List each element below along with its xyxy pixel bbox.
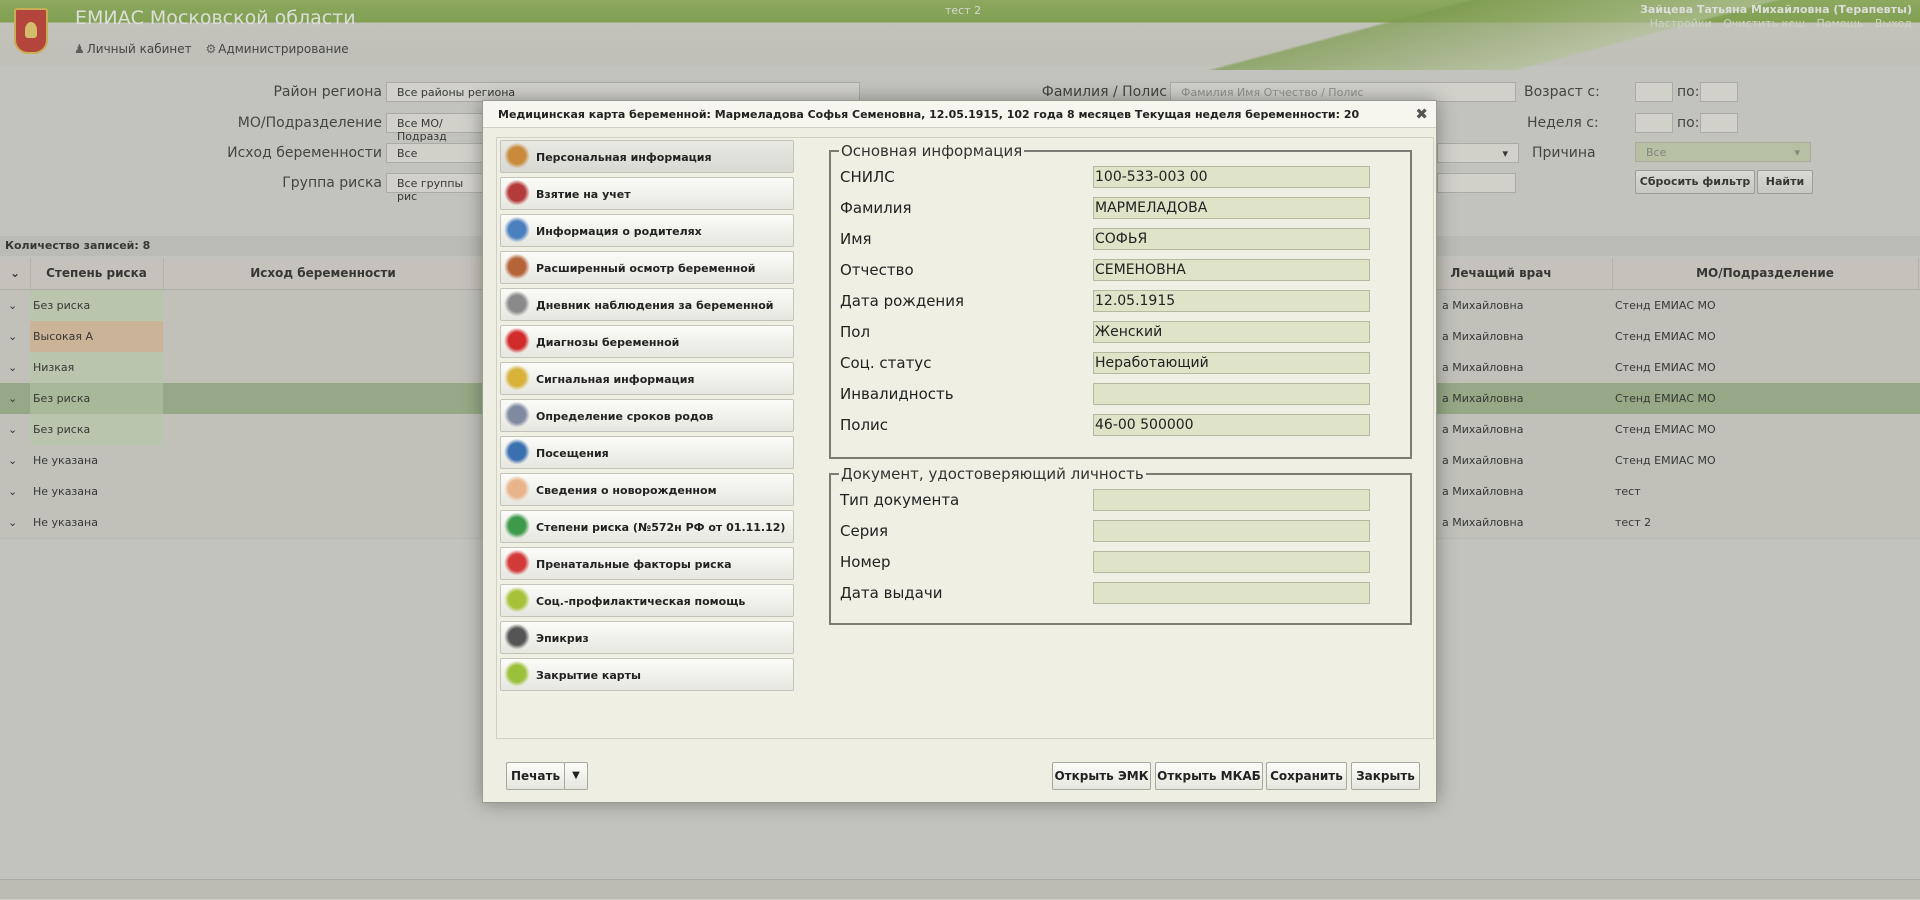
menu-item-label: Персональная информация xyxy=(536,151,712,164)
diary-icon xyxy=(503,291,531,319)
menu-item-label: Степени риска (№572н РФ от 01.11.12) xyxy=(536,521,786,534)
registration-icon xyxy=(503,180,531,208)
save-button[interactable]: Сохранить xyxy=(1266,762,1347,790)
field-value[interactable] xyxy=(1093,489,1370,511)
field-value[interactable]: Женский xyxy=(1093,321,1370,343)
diagnosis-icon xyxy=(503,328,531,356)
identity-document-group: Документ, удостоверяющий личность Тип до… xyxy=(829,465,1412,625)
print-menu-chevron-icon[interactable]: ▼ xyxy=(564,762,588,790)
newborn-icon xyxy=(503,476,531,504)
person-icon xyxy=(503,143,531,171)
signal-icon xyxy=(503,365,531,393)
field-label: СНИЛС xyxy=(840,168,895,186)
risk-icon xyxy=(503,513,531,541)
menu-item-label: Дневник наблюдения за беременной xyxy=(536,299,774,312)
field-value[interactable]: СОФЬЯ xyxy=(1093,228,1370,250)
menu-item[interactable]: Диагнозы беременной xyxy=(500,325,794,358)
visits-icon xyxy=(503,439,531,467)
menu-item-label: Соц.-профилактическая помощь xyxy=(536,595,746,608)
menu-item-label: Диагнозы беременной xyxy=(536,336,680,349)
basic-info-group: Основная информация СНИЛС 100-533-003 00 Ф… xyxy=(829,142,1412,459)
field-value[interactable]: СЕМЕНОВНА xyxy=(1093,259,1370,281)
field-label: Отчество xyxy=(840,261,914,279)
menu-item[interactable]: Взятие на учет xyxy=(500,177,794,210)
menu-item[interactable]: Степени риска (№572н РФ от 01.11.12) xyxy=(500,510,794,543)
calculator-icon xyxy=(503,402,531,430)
menu-item-label: Сведения о новорожденном xyxy=(536,484,717,497)
social-help-icon xyxy=(503,587,531,615)
basic-info-legend: Основная информация xyxy=(841,142,1023,160)
field-label: Тип документа xyxy=(840,491,960,509)
field-label: Имя xyxy=(840,230,872,248)
identity-document-legend: Документ, удостоверяющий личность xyxy=(841,465,1144,483)
menu-item-label: Определение сроков родов xyxy=(536,410,714,423)
menu-item-label: Закрытие карты xyxy=(536,669,641,682)
menu-item-label: Информация о родителях xyxy=(536,225,702,238)
field-label: Дата рождения xyxy=(840,292,964,310)
field-value[interactable] xyxy=(1093,383,1370,405)
field-label: Серия xyxy=(840,522,888,540)
field-value[interactable] xyxy=(1093,520,1370,542)
field-label: Полис xyxy=(840,416,889,434)
dialog-title-bar: Медицинская карта беременной: Мармеладов… xyxy=(483,101,1436,128)
field-value[interactable]: МАРМЕЛАДОВА xyxy=(1093,197,1370,219)
menu-item[interactable]: Закрытие карты xyxy=(500,658,794,691)
field-label: Номер xyxy=(840,553,891,571)
epicrisis-icon xyxy=(503,624,531,652)
close-card-icon xyxy=(503,661,531,689)
menu-item[interactable]: Расширенный осмотр беременной xyxy=(500,251,794,284)
field-value[interactable]: Неработающий xyxy=(1093,352,1370,374)
field-value[interactable]: 100-533-003 00 xyxy=(1093,166,1370,188)
menu-item-label: Сигнальная информация xyxy=(536,373,695,386)
menu-item[interactable]: Дневник наблюдения за беременной xyxy=(500,288,794,321)
field-label: Соц. статус xyxy=(840,354,932,372)
menu-item-label: Расширенный осмотр беременной xyxy=(536,262,756,275)
dialog-title: Медицинская карта беременной: Мармеладов… xyxy=(498,108,1360,121)
field-value[interactable] xyxy=(1093,551,1370,573)
menu-item-label: Пренатальные факторы риска xyxy=(536,558,732,571)
field-value[interactable]: 12.05.1915 xyxy=(1093,290,1370,312)
menu-item[interactable]: Эпикриз xyxy=(500,621,794,654)
close-button[interactable]: Закрыть xyxy=(1351,762,1420,790)
print-button[interactable]: Печать xyxy=(506,762,565,790)
parents-icon xyxy=(503,217,531,245)
pregnancy-card-dialog: Медицинская карта беременной: Мармеладов… xyxy=(482,100,1437,803)
field-label: Инвалидность xyxy=(840,385,954,403)
menu-item[interactable]: Определение сроков родов xyxy=(500,399,794,432)
field-label: Дата выдачи xyxy=(840,584,943,602)
field-label: Фамилия xyxy=(840,199,912,217)
open-emk-button[interactable]: Открыть ЭМК xyxy=(1052,762,1151,790)
menu-item[interactable]: Посещения xyxy=(500,436,794,469)
prenatal-icon xyxy=(503,550,531,578)
menu-item[interactable]: Сведения о новорожденном xyxy=(500,473,794,506)
menu-item[interactable]: Сигнальная информация xyxy=(500,362,794,395)
field-label: Пол xyxy=(840,323,871,341)
exam-icon xyxy=(503,254,531,282)
open-mkab-button[interactable]: Открыть МКАБ xyxy=(1155,762,1263,790)
field-value[interactable] xyxy=(1093,582,1370,604)
menu-item-label: Посещения xyxy=(536,447,609,460)
menu-item[interactable]: Информация о родителях xyxy=(500,214,794,247)
close-icon[interactable]: ✖ xyxy=(1415,105,1428,123)
dialog-footer: Печать ▼ Открыть ЭМК Открыть МКАБ Сохран… xyxy=(483,751,1436,803)
menu-item[interactable]: Пренатальные факторы риска xyxy=(500,547,794,580)
card-section-menu: Персональная информация Взятие на учет Инф… xyxy=(500,140,794,695)
field-value[interactable]: 46-00 500000 xyxy=(1093,414,1370,436)
menu-item[interactable]: Персональная информация xyxy=(500,140,794,173)
menu-item[interactable]: Соц.-профилактическая помощь xyxy=(500,584,794,617)
menu-item-label: Взятие на учет xyxy=(536,188,631,201)
menu-item-label: Эпикриз xyxy=(536,632,589,645)
